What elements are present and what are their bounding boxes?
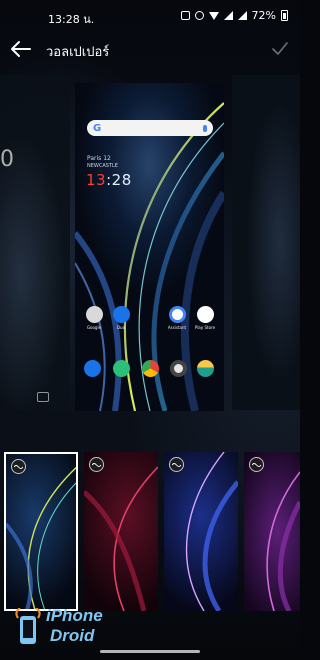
signal-icon xyxy=(223,11,233,20)
preview-date: Paris 12 xyxy=(87,155,111,162)
dock-chrome[interactable] xyxy=(137,360,163,377)
mic-icon[interactable] xyxy=(203,124,207,132)
dock-messages[interactable] xyxy=(108,360,134,377)
app-duo[interactable]: Duo xyxy=(108,306,134,330)
watermark-text-line1: iPhone xyxy=(46,606,103,625)
duo-icon xyxy=(112,306,130,323)
clock-hours: 13 xyxy=(86,171,107,189)
app-label: Play Store xyxy=(194,325,216,330)
battery-percent: 72% xyxy=(251,9,276,22)
nfc-icon xyxy=(180,11,190,20)
live-wallpaper-badge xyxy=(89,457,104,472)
app-play-store[interactable]: Play Store xyxy=(192,306,218,330)
wifi-icon xyxy=(208,11,219,20)
dock-camera[interactable] xyxy=(165,360,191,377)
home-indicator[interactable] xyxy=(100,650,200,653)
assistant-icon xyxy=(168,306,186,323)
clock-minutes: :28 xyxy=(106,171,132,189)
live-wallpaper-badge xyxy=(11,459,26,474)
thumb-waves xyxy=(266,471,300,611)
thumbnail-wallpaper-purple[interactable] xyxy=(244,452,300,611)
chrome-icon xyxy=(141,360,159,377)
signal-icon-2 xyxy=(237,11,247,20)
status-bar: 13:28 น. 72% xyxy=(0,0,300,32)
previous-preview-ghost[interactable] xyxy=(0,75,70,410)
thumb-waves xyxy=(6,466,76,609)
preview-city: NEWCASTLE xyxy=(87,163,118,169)
play-store-icon xyxy=(196,306,214,323)
back-arrow-icon[interactable] xyxy=(10,40,32,58)
dock-phone[interactable] xyxy=(79,360,105,377)
mute-icon xyxy=(194,11,204,20)
apply-check-icon[interactable] xyxy=(270,39,290,59)
weather-icon xyxy=(196,360,214,377)
live-wallpaper-badge xyxy=(169,457,184,472)
google-folder-icon xyxy=(85,306,103,323)
messages-icon xyxy=(112,360,130,377)
dock-weather[interactable] xyxy=(192,360,218,377)
app-label: Assistant xyxy=(167,325,187,330)
app-label: Google xyxy=(86,325,102,330)
battery-icon xyxy=(281,10,288,21)
app-assistant[interactable]: Assistant xyxy=(164,306,190,330)
camera-icon xyxy=(169,360,187,377)
ghost-clock-fragment: 0 xyxy=(0,147,14,172)
preview-clock: 13:28 xyxy=(86,171,132,189)
thumbnail-wallpaper-blue-purple[interactable] xyxy=(164,452,238,611)
thumb-waves xyxy=(84,466,158,611)
phone-icon xyxy=(83,360,101,377)
app-header: วอลเปเปอร์ xyxy=(0,34,300,64)
status-time: 13:28 น. xyxy=(48,13,95,26)
watermark-text-line2: Droid xyxy=(50,626,95,645)
thumbnail-wallpaper-blue-teal[interactable] xyxy=(4,452,78,611)
wallpaper-preview[interactable]: G Paris 12 NEWCASTLE 13:28 Google Duo As… xyxy=(75,83,224,411)
google-g-icon: G xyxy=(93,122,102,134)
app-label: Duo xyxy=(116,325,126,330)
thumbnail-wallpaper-red[interactable] xyxy=(84,452,158,611)
iphonedroid-watermark: iPhone Droid xyxy=(12,604,132,650)
thumb-waves xyxy=(185,452,238,611)
page-title: วอลเปเปอร์ xyxy=(46,45,110,60)
wallpaper-thumbnail-strip xyxy=(0,452,300,612)
status-icons: 72% xyxy=(180,9,288,22)
app-google-folder[interactable]: Google xyxy=(81,306,107,330)
camera-icon xyxy=(37,392,49,402)
live-wallpaper-badge xyxy=(249,457,264,472)
google-search-bar[interactable]: G xyxy=(87,120,213,136)
next-preview-ghost[interactable] xyxy=(232,75,300,410)
watermark-logo-icon xyxy=(15,608,41,644)
